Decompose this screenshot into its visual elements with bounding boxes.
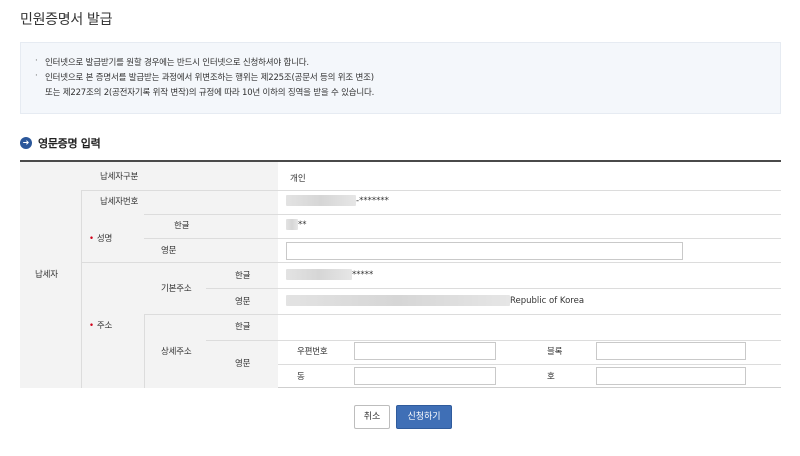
apply-button[interactable]: 신청하기 [396,405,452,429]
english-certificate-form: 납세자 납세자구분 납세자번호 • 성명 한글 영문 • 주소 기본주소 한글 영문… [20,160,781,388]
taxpayer-type-label: 납세자구분 [100,172,139,182]
taxpayer-number-value: -******* [286,195,389,206]
divider [278,364,781,365]
basic-address-korean-value: ***** [286,269,373,280]
name-label: • 성명 [89,234,113,244]
divider [81,262,781,263]
masked-block [286,295,510,306]
address-label: • 주소 [89,321,113,331]
required-mark: • [89,234,94,244]
taxpayer-number-label: 납세자번호 [100,197,139,207]
basic-address-label: 기본주소 [161,284,192,294]
ho-label: 호 [547,372,555,382]
postal-code-input[interactable] [354,342,496,360]
dong-label: 동 [297,372,305,382]
notice-line-3: 또는 제227조의 2(공전자기록 위작 변작)의 규정에 따라 10년 이하의… [45,88,375,98]
divider [144,238,781,239]
divider [144,314,781,315]
arrow-right-circle-icon: ➜ [20,137,32,149]
divider [81,190,781,191]
notice-line-1: 인터넷으로 발급받기를 원할 경우에는 반드시 인터넷으로 신청하셔야 합니다. [45,58,309,68]
taxpayer-type-value: 개인 [290,174,306,184]
name-english-input[interactable] [286,242,683,260]
taxpayer-label: 납세자 [35,270,58,280]
basic-english-label: 영문 [235,297,251,307]
divider [206,340,781,341]
bullet-mark: · [35,71,38,81]
dong-input[interactable] [354,367,496,385]
masked-block [286,195,356,206]
detail-korean-label: 한글 [235,322,251,332]
masked-block [286,219,298,230]
page-title: 민원증명서 발급 [20,12,113,28]
postal-code-label: 우편번호 [297,347,328,357]
ho-input[interactable] [596,367,746,385]
required-mark: • [89,321,94,331]
detail-address-label: 상세주소 [161,347,192,357]
section-header: ➜ 영문증명 입력 [20,136,101,150]
cancel-button[interactable]: 취소 [354,405,390,429]
name-korean-label: 한글 [174,221,190,231]
divider [144,314,145,388]
basic-address-english-value: Republic of Korea [286,295,584,306]
masked-block [286,269,352,280]
bullet-mark: · [35,56,38,66]
section-title: 영문증명 입력 [38,137,101,150]
notice-box: · 인터넷으로 발급받기를 원할 경우에는 반드시 인터넷으로 신청하셔야 합니… [20,42,781,114]
block-input[interactable] [596,342,746,360]
divider [81,190,82,388]
detail-english-label: 영문 [235,359,251,369]
basic-korean-label: 한글 [235,271,251,281]
divider [144,214,781,215]
notice-line-2: 인터넷으로 본 증명서를 발급받는 과정에서 위변조하는 행위는 제225조(공… [45,73,374,83]
name-english-label: 영문 [161,246,177,256]
divider [206,288,781,289]
name-korean-value: ** [286,219,307,230]
block-label: 블록 [547,347,563,357]
